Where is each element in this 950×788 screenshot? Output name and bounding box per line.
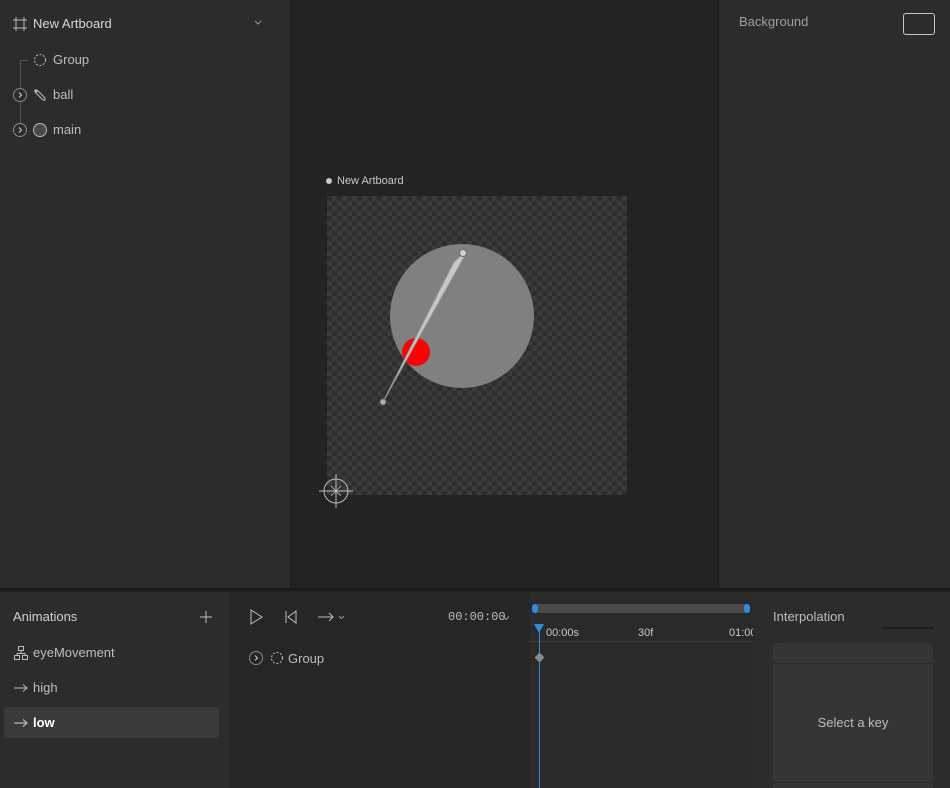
animation-label: eyeMovement [33,645,115,660]
artboard-label[interactable]: New Artboard [326,175,404,187]
chevron-down-icon[interactable] [253,17,263,27]
hierarchy-item-label: Group [53,52,90,67]
playhead-handle[interactable] [534,624,544,633]
inspector-panel: Background [718,0,950,588]
tick-label: 00:00s [546,627,580,639]
timeline-group-label: Group [288,651,325,666]
expand-toggle[interactable] [13,123,27,137]
arrow-right-icon [14,684,28,692]
hierarchy-item-label: main [53,122,82,137]
interpolation-selector[interactable] [882,627,933,629]
animation-label: low [33,715,55,730]
timeline-controls: 00:00:00 Group [229,592,529,788]
hierarchy-item-group[interactable]: Group [0,47,291,73]
interpolation-panel: Interpolation Select a key [753,592,950,788]
artboard-icon [13,17,27,31]
background-color-swatch[interactable] [903,13,935,35]
animation-item-high[interactable]: high [4,672,219,703]
current-time[interactable]: 00:00:00 [448,610,506,624]
chevron-right-icon [254,655,259,661]
interpolation-header: Interpolation [773,609,845,624]
tick-label: 30f [638,627,654,639]
background-label: Background [739,14,809,29]
rive-editor: New Artboard Group ball main New Artboar… [0,0,950,788]
artboard-title: New Artboard [33,16,112,31]
select-key-message: Select a key [817,715,889,730]
arrow-right-icon [14,719,28,727]
keyframe[interactable] [534,652,545,663]
add-animation-icon[interactable] [198,609,214,625]
timeline[interactable]: 00:00s 30f 01:00 [529,592,757,788]
playhead[interactable] [539,624,540,788]
scrollbar-handle-left[interactable] [532,604,538,613]
loop-mode-icon[interactable] [317,608,347,626]
group-icon [271,652,283,664]
chevron-right-icon [18,127,23,133]
play-icon[interactable] [248,608,264,626]
bone-icon [34,89,46,101]
artboard-label-text: New Artboard [337,175,404,187]
animation-item-eyemovement[interactable]: eyeMovement [4,637,219,668]
divider [773,782,933,783]
artboard-dot [326,178,332,184]
skip-to-start-icon[interactable] [284,608,298,626]
chevron-down-icon[interactable] [502,614,510,622]
hierarchy-item-label: ball [53,87,74,102]
group-icon [34,54,46,66]
hierarchy-item-ball[interactable]: ball [0,82,291,108]
hierarchy-item-main[interactable]: main [0,117,291,143]
hierarchy-panel: New Artboard Group ball main [0,0,291,588]
animation-label: high [33,680,58,695]
expand-toggle[interactable] [13,88,27,102]
artboard-selector[interactable]: New Artboard [0,0,291,48]
timeline-scrollbar[interactable] [532,604,750,613]
animations-panel: Animations eyeMovement high low [0,592,229,788]
divider [773,663,933,664]
animation-item-low[interactable]: low [4,707,219,738]
animation-area: Animations eyeMovement high low 00:00:00 [0,588,950,788]
chevron-right-icon [18,92,23,98]
artboard[interactable] [327,196,627,495]
state-machine-icon [14,646,28,660]
timeline-ruler[interactable]: 00:00s 30f 01:00 [529,624,757,642]
animations-header: Animations [13,609,78,624]
ellipse-icon [33,123,47,137]
scrollbar-handle-right[interactable] [744,604,750,613]
expand-toggle[interactable] [249,651,263,665]
interpolation-graph: Select a key [773,643,933,788]
